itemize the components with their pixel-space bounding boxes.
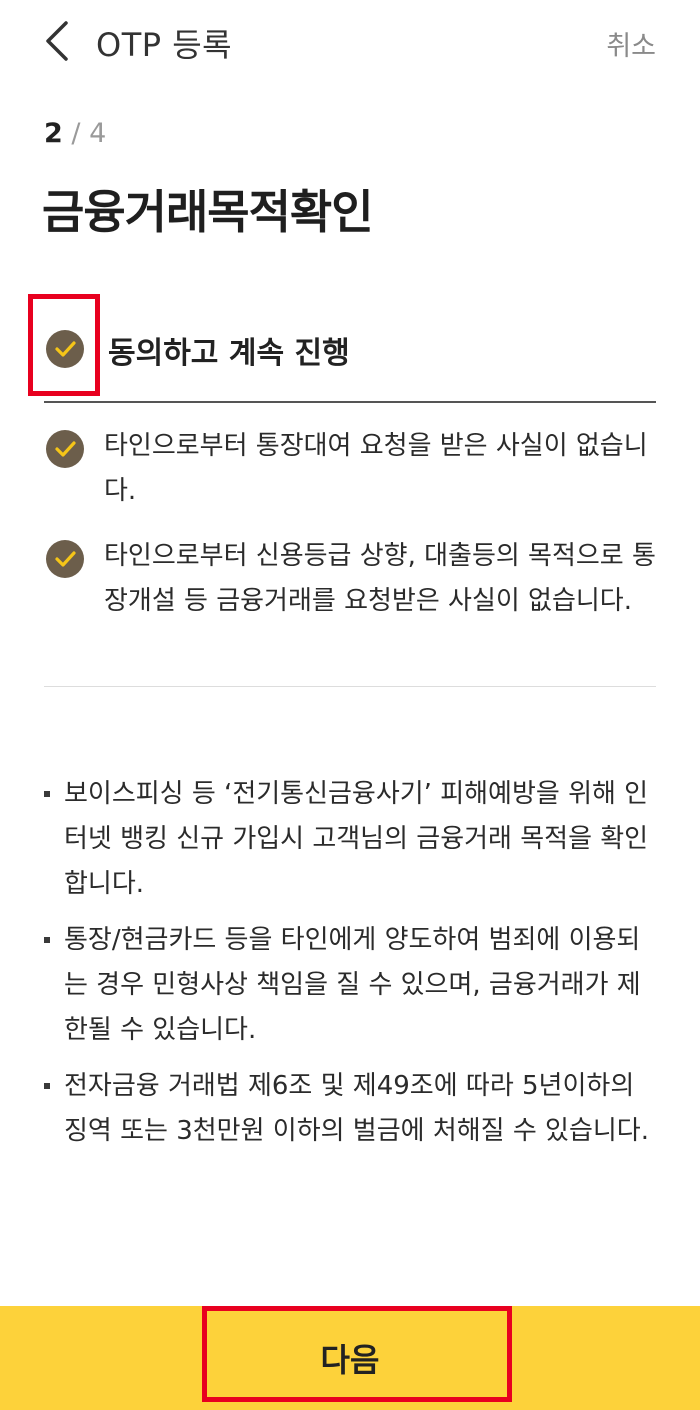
agree-all-checkbox[interactable]: 동의하고 계속 진행 bbox=[46, 326, 656, 372]
step-current: 2 bbox=[44, 118, 63, 149]
confirm-item-text: 타인으로부터 통장대여 요청을 받은 사실이 없습니다. bbox=[104, 431, 648, 506]
page-header-title: OTP 등록 bbox=[96, 26, 233, 64]
confirm-item-text: 타인으로부터 신용등급 상향, 대출등의 목적으로 통장개설 등 금융거래를 요… bbox=[104, 541, 656, 616]
highlight-box bbox=[28, 294, 100, 396]
step-separator: / bbox=[71, 118, 81, 149]
bullet-icon bbox=[44, 1083, 50, 1089]
divider bbox=[44, 401, 656, 403]
step-total: 4 bbox=[89, 118, 107, 149]
page-title: 금융거래목적확인 bbox=[42, 185, 374, 239]
check-circle-icon bbox=[46, 430, 84, 468]
notice-text: 통장/현금카드 등을 타인에게 양도하여 범죄에 이용되는 경우 민형사상 책임… bbox=[64, 925, 641, 1045]
notice-item: 전자금융 거래법 제6조 및 제49조에 따라 5년이하의 징역 또는 3천만원… bbox=[44, 1064, 664, 1199]
confirm-item[interactable]: 타인으로부터 신용등급 상향, 대출등의 목적으로 통장개설 등 금융거래를 요… bbox=[46, 534, 656, 669]
back-button[interactable] bbox=[40, 18, 80, 64]
top-app-bar: OTP 등록 취소 bbox=[0, 0, 700, 84]
notice-text: 전자금융 거래법 제6조 및 제49조에 따라 5년이하의 징역 또는 3천만원… bbox=[64, 1071, 649, 1146]
chevron-left-icon bbox=[46, 21, 68, 61]
divider bbox=[44, 686, 656, 687]
bullet-icon bbox=[44, 937, 50, 943]
cancel-button[interactable]: 취소 bbox=[606, 24, 656, 63]
confirm-item[interactable]: 타인으로부터 통장대여 요청을 받은 사실이 없습니다. bbox=[46, 424, 656, 514]
notice-text: 보이스피싱 등 ‘전기통신금융사기’ 피해예방을 위해 인터넷 뱅킹 신규 가입… bbox=[64, 779, 649, 899]
step-indicator: 2 / 4 bbox=[44, 118, 106, 149]
agree-all-label: 동의하고 계속 진행 bbox=[108, 336, 350, 371]
highlight-box bbox=[202, 1306, 512, 1402]
notice-item: 보이스피싱 등 ‘전기통신금융사기’ 피해예방을 위해 인터넷 뱅킹 신규 가입… bbox=[44, 772, 664, 907]
notice-item: 통장/현금카드 등을 타인에게 양도하여 범죄에 이용되는 경우 민형사상 책임… bbox=[44, 918, 664, 1053]
bullet-icon bbox=[44, 791, 50, 797]
check-circle-icon bbox=[46, 540, 84, 578]
